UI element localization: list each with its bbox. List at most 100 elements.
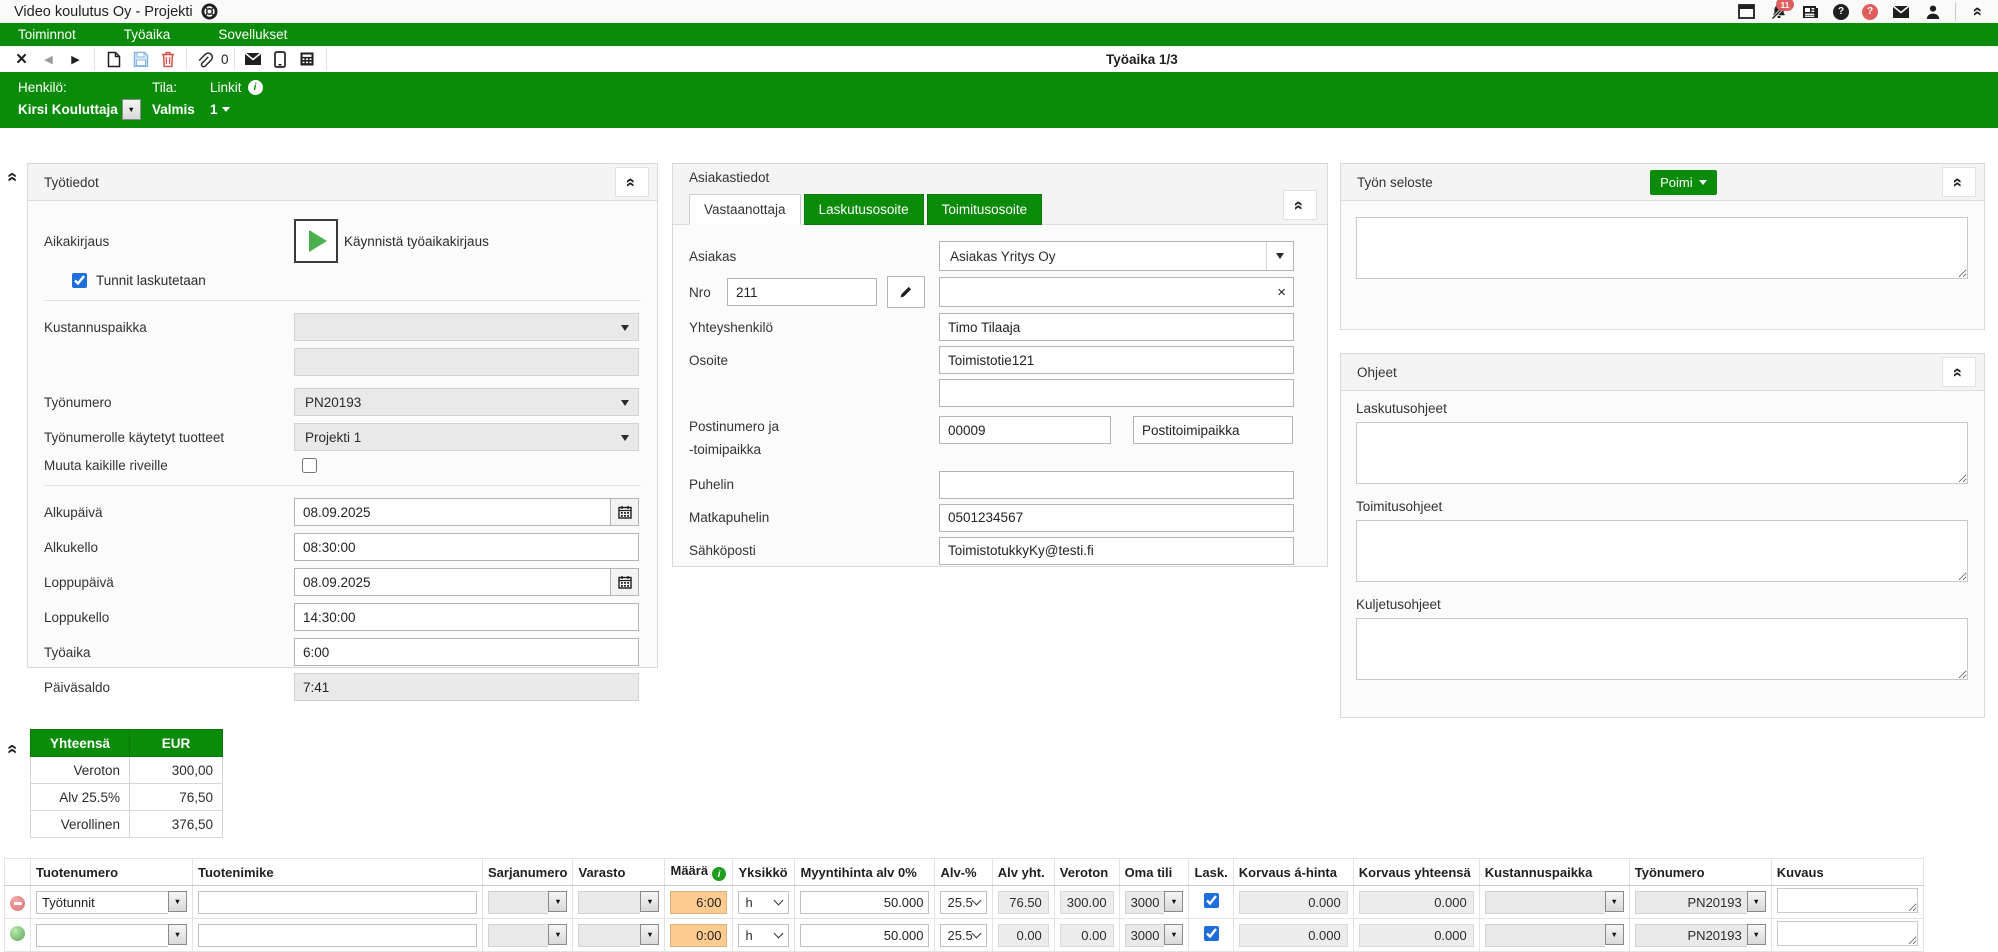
kustannuspaikka-select[interactable] [294, 313, 639, 341]
dropdown-button[interactable] [1747, 891, 1766, 912]
lask-checkbox[interactable] [1204, 926, 1219, 941]
kuljetusohjeet-textarea[interactable] [1356, 618, 1968, 680]
save-icon[interactable] [127, 48, 154, 70]
dropdown-button[interactable] [168, 891, 187, 912]
lask-checkbox[interactable] [1204, 893, 1219, 908]
new-document-icon[interactable] [100, 48, 127, 70]
tyoaika-input[interactable] [294, 638, 639, 666]
help-icon[interactable] [1833, 4, 1849, 20]
menu-toiminnot[interactable]: Toiminnot [18, 27, 76, 42]
collapse-top-section-button[interactable] [4, 172, 22, 182]
customer-search-input[interactable] [939, 277, 1294, 307]
puhelin-input[interactable] [939, 471, 1294, 499]
help-wheel-icon[interactable] [201, 3, 218, 20]
tuotenimike-input[interactable] [198, 924, 477, 947]
tuotteet-select[interactable]: Projekti 1 [294, 423, 639, 451]
calendar-button[interactable] [611, 498, 639, 526]
toimitusohjeet-textarea[interactable] [1356, 520, 1968, 582]
close-icon[interactable] [8, 48, 35, 70]
laskutusohjeet-textarea[interactable] [1356, 422, 1968, 484]
maara-input[interactable] [670, 891, 727, 914]
linkit-info-icon[interactable] [248, 80, 263, 95]
news-icon[interactable] [1801, 2, 1820, 21]
osoite-input[interactable] [939, 346, 1294, 374]
maara-info-icon[interactable] [712, 867, 726, 881]
yksikko-select[interactable]: h [738, 924, 789, 947]
dropdown-button[interactable] [548, 891, 567, 912]
linkit-value[interactable]: 1 [210, 102, 218, 117]
maara-input[interactable] [670, 924, 727, 947]
remove-row-button[interactable] [10, 896, 25, 911]
matkapuhelin-input[interactable] [939, 504, 1294, 532]
alv-select[interactable]: 25.5 [940, 891, 986, 914]
tab-laskutusosoite[interactable]: Laskutusosoite [804, 194, 924, 225]
delete-icon[interactable] [154, 48, 181, 70]
sahkoposti-input[interactable] [939, 537, 1294, 565]
email-icon[interactable] [1891, 2, 1910, 21]
add-row-button[interactable] [10, 926, 25, 941]
muuta-kaikille-checkbox[interactable] [302, 458, 317, 473]
calculator-icon[interactable] [294, 48, 321, 70]
calendar-button[interactable] [611, 568, 639, 596]
alkupaiva-input[interactable] [294, 498, 611, 526]
user-icon[interactable] [1923, 2, 1942, 21]
collapse-panel-button[interactable] [1942, 357, 1976, 387]
henkilo-dropdown-button[interactable] [122, 99, 141, 120]
myyntihinta-input[interactable] [800, 891, 929, 914]
postitoimipaikka-input[interactable] [1133, 416, 1293, 444]
window-icon[interactable] [1737, 2, 1756, 21]
dropdown-button[interactable] [640, 891, 659, 912]
myyntihinta-input[interactable] [800, 924, 929, 947]
menu-tyoaika[interactable]: Työaika [124, 27, 171, 42]
clear-icon[interactable] [1277, 284, 1286, 301]
kuvaus-textarea[interactable] [1777, 888, 1918, 913]
mobile-icon[interactable] [267, 48, 294, 70]
tyonumero-select[interactable]: PN20193 [294, 388, 639, 416]
collapse-totals-section-button[interactable] [4, 744, 22, 754]
collapse-topbar-icon[interactable] [1969, 2, 1988, 21]
collapse-panel-button[interactable] [1283, 190, 1317, 220]
dropdown-button[interactable] [1164, 891, 1183, 912]
yksikko-select[interactable]: h [738, 891, 789, 914]
previous-record-icon[interactable] [35, 48, 62, 70]
loppupaiva-input[interactable] [294, 568, 611, 596]
tab-toimitusosoite[interactable]: Toimitusosoite [927, 194, 1043, 225]
dropdown-button[interactable] [548, 924, 567, 945]
tyon-seloste-textarea[interactable] [1356, 217, 1968, 279]
totals-header-currency: EUR [130, 730, 223, 757]
dropdown-button[interactable] [1605, 891, 1624, 912]
tuotenumero-input[interactable] [36, 891, 168, 914]
kuvaus-textarea[interactable] [1777, 921, 1918, 946]
start-timer-button[interactable] [294, 219, 338, 263]
notifications-muted-icon[interactable]: 11 [1769, 2, 1788, 21]
collapse-panel-button[interactable] [1942, 167, 1976, 197]
dropdown-button[interactable] [1164, 924, 1183, 945]
dropdown-button[interactable] [1605, 924, 1624, 945]
alkukello-input[interactable] [294, 533, 639, 561]
dropdown-button[interactable] [1747, 924, 1766, 945]
tuotenumero-input[interactable] [36, 924, 168, 947]
collapse-panel-button[interactable] [615, 167, 649, 197]
yhteyshenkilo-input[interactable] [939, 313, 1294, 341]
email-send-icon[interactable] [240, 48, 267, 70]
tuotenimike-input[interactable] [198, 891, 477, 914]
next-record-icon[interactable] [62, 48, 89, 70]
asiakas-select[interactable]: Asiakas Yritys Oy [939, 241, 1294, 271]
edit-customer-button[interactable] [887, 276, 925, 308]
toimitusohjeet-label: Toimitusohjeet [1356, 499, 1969, 514]
attachment-icon[interactable] [192, 48, 219, 70]
support-icon[interactable] [1862, 4, 1878, 20]
tyotiedot-panel: Työtiedot Aikakirjaus Käynnistä työaikak… [27, 163, 658, 668]
nro-input[interactable] [727, 278, 877, 306]
tunnit-laskutetaan-checkbox[interactable] [72, 273, 87, 288]
tab-vastaanottaja[interactable]: Vastaanottaja [689, 194, 801, 225]
osoite-input-2[interactable] [939, 379, 1294, 407]
dropdown-button[interactable] [640, 924, 659, 945]
loppukello-input[interactable] [294, 603, 639, 631]
alv-select[interactable]: 25.5 [940, 924, 986, 947]
dropdown-button[interactable] [168, 924, 187, 945]
menu-sovellukset[interactable]: Sovellukset [218, 27, 287, 42]
postinumero-input[interactable] [939, 416, 1111, 444]
postinumero-label-line2: -toimipaikka [689, 439, 939, 462]
poimi-button[interactable]: Poimi [1650, 170, 1717, 195]
